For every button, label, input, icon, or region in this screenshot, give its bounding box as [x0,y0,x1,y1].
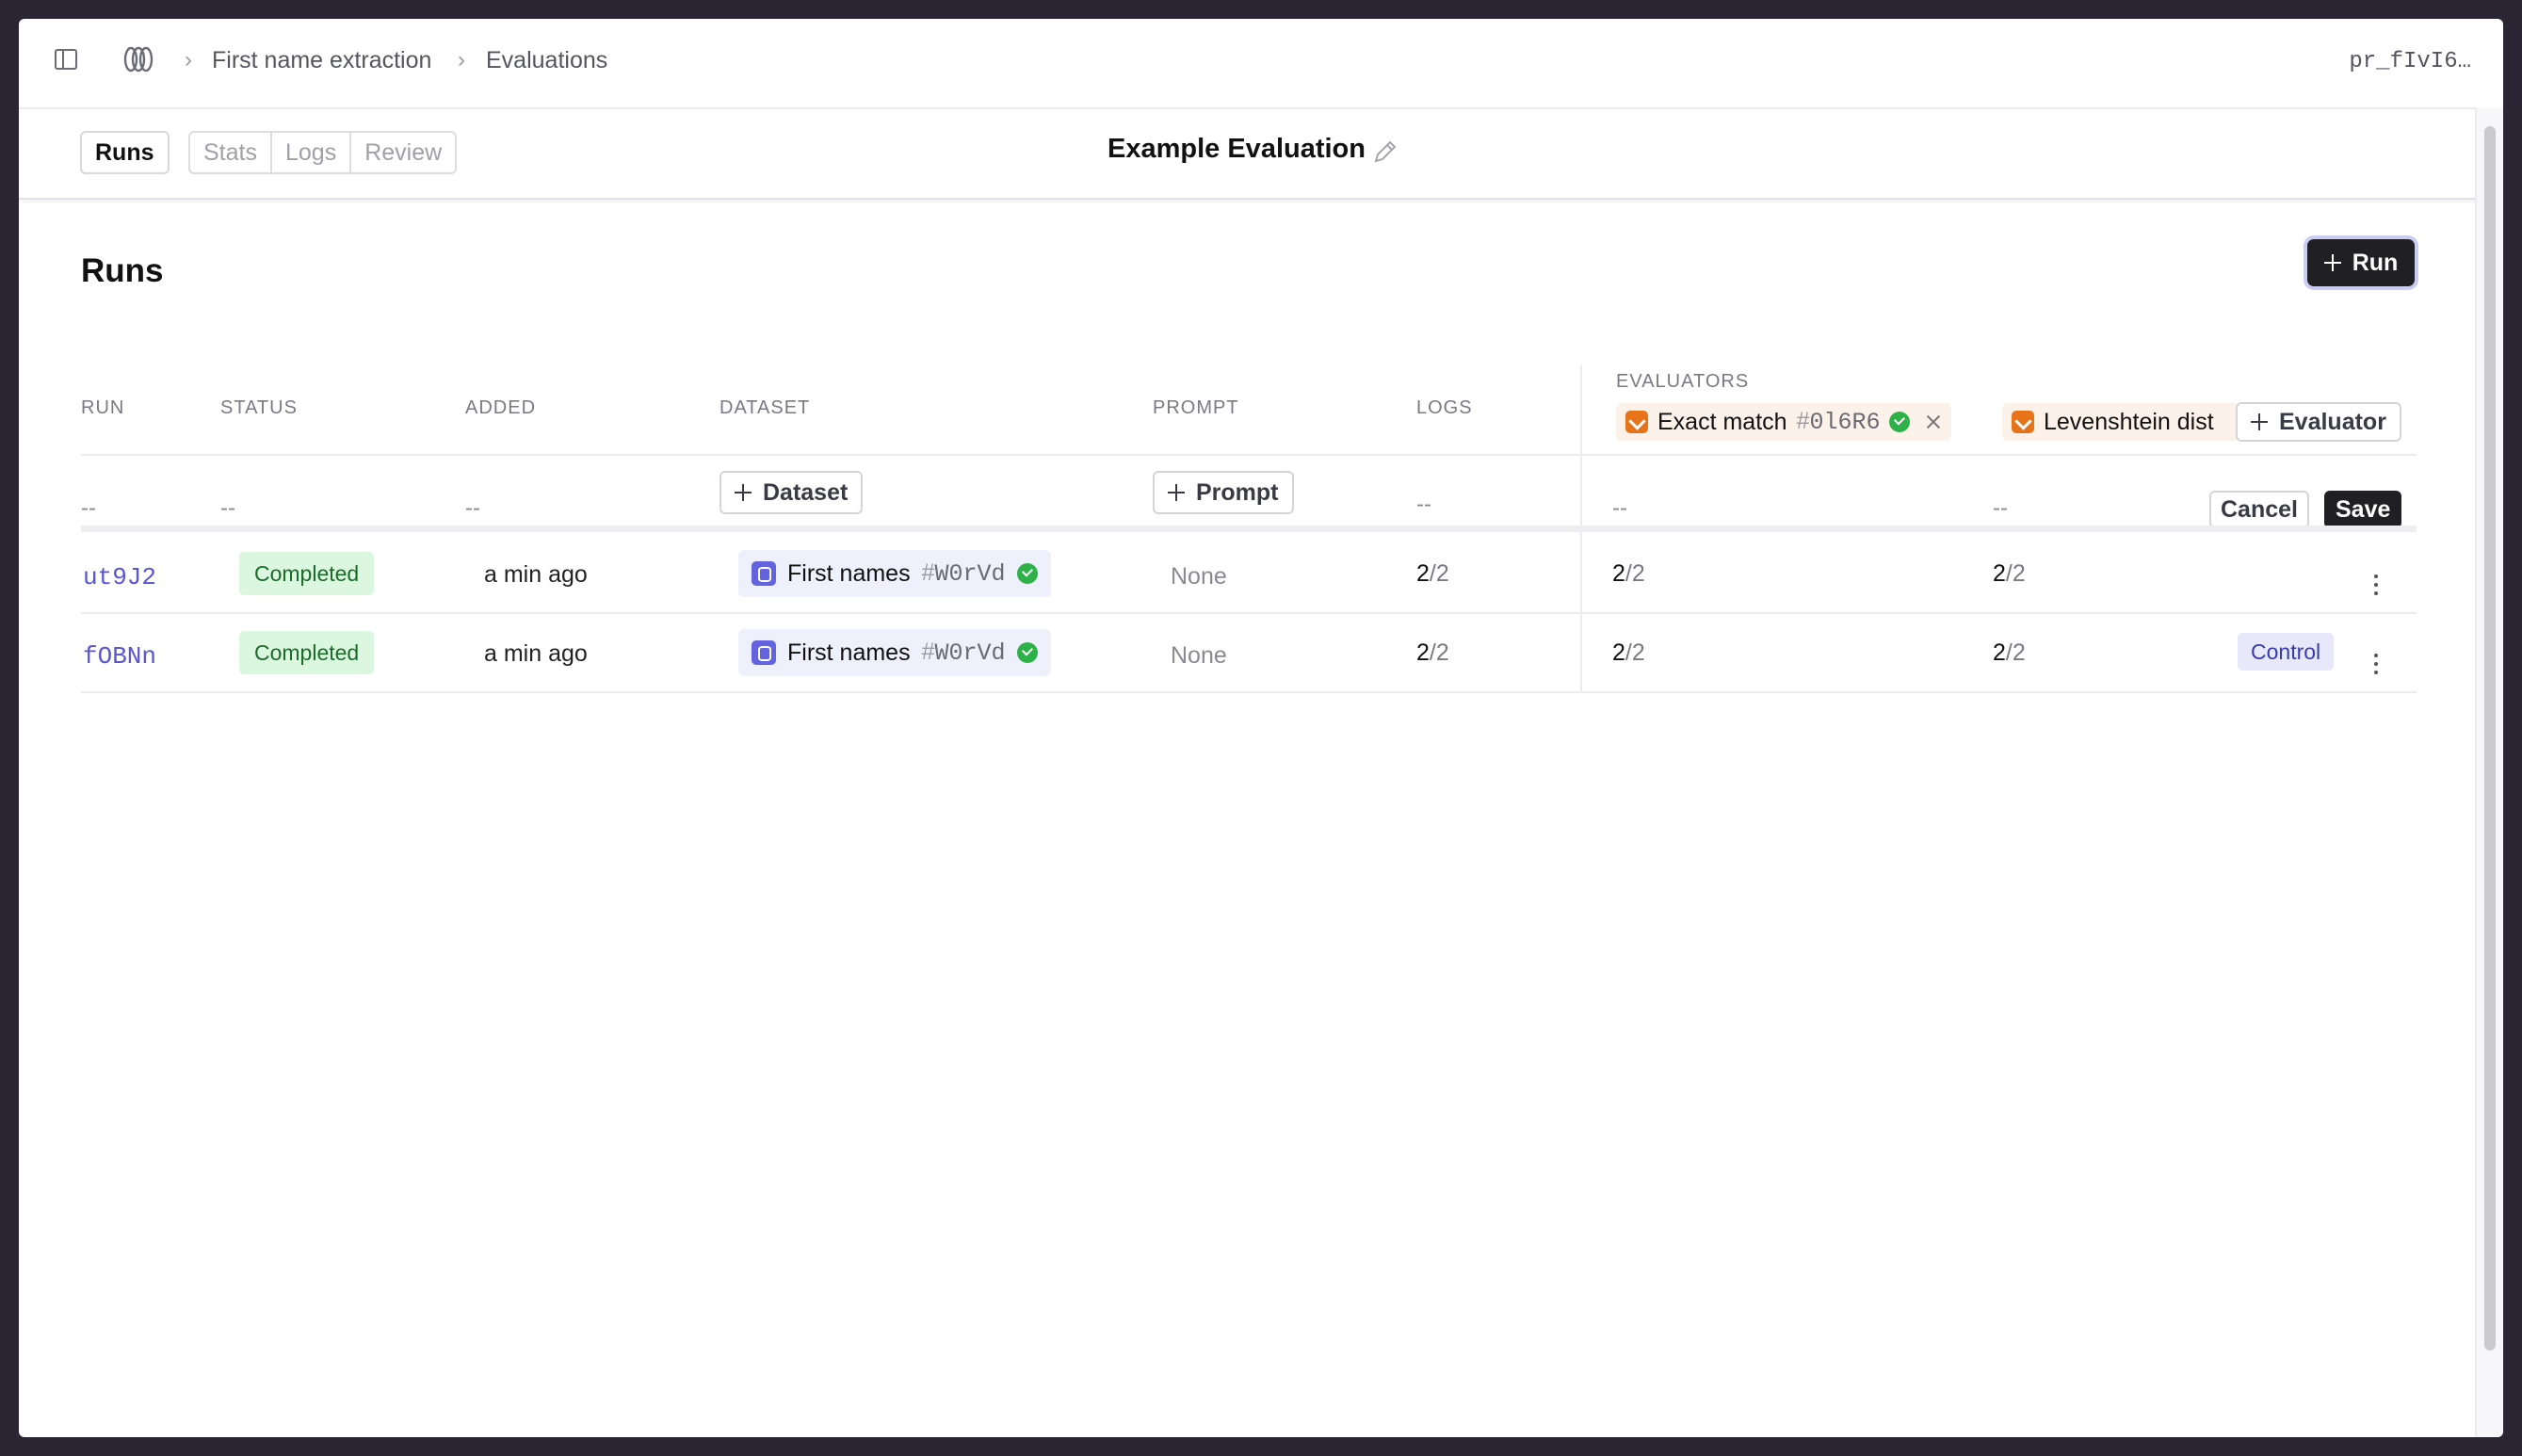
top-bar: › First name extraction › Evaluations pr… [19,19,2503,109]
more-options-icon[interactable] [2373,654,2379,678]
hash-icon: # [1796,408,1810,434]
add-dataset-button[interactable]: Dataset [719,471,864,514]
check-circle-icon [1889,412,1911,432]
prompt-value: None [1171,642,1227,669]
add-evaluator-label: Evaluator [2279,408,2386,435]
cancel-button[interactable]: Cancel [2209,491,2309,528]
column-header-dataset: DATASET [719,397,811,418]
vertical-scrollbar[interactable] [2475,107,2503,1437]
pencil-icon[interactable] [1371,138,1399,166]
hash-icon: # [921,559,935,586]
new-row-divider [81,526,2417,532]
save-button[interactable]: Save [2324,491,2402,528]
tab-group: Stats Logs Review [188,131,458,174]
check-circle-icon [1016,563,1038,584]
header-divider [81,454,2417,456]
app-logo-icon[interactable] [122,45,154,73]
column-header-logs: LOGS [1416,397,1473,418]
evaluator-name: Levenshtein dist [2044,408,2214,435]
added-time: a min ago [484,561,588,588]
column-header-status: STATUS [220,397,298,418]
evaluation-title: Example Evaluation [1107,134,1366,164]
dataset-version-id: W0rVd [934,560,1006,588]
add-prompt-button[interactable]: Prompt [1153,471,1294,514]
prompt-value: None [1171,563,1227,590]
evaluator-chip-levenshtein[interactable]: Levenshtein dist [2002,403,2239,441]
prompt-id-label[interactable]: pr_fIvI6… [2349,49,2471,74]
evaluator2-score[interactable]: 2/2 [1993,560,2026,588]
evaluator1-score[interactable]: 2/2 [1612,560,1645,588]
breadcrumb-item-project[interactable]: First name extraction [212,47,431,74]
new-status-placeholder: -- [220,495,235,521]
status-badge: Completed [239,552,375,595]
run-id-link[interactable]: fOBNn [83,642,156,671]
new-logs-placeholder: -- [1416,492,1431,517]
tab-stats[interactable]: Stats [190,133,272,172]
sidebar-toggle-icon[interactable] [55,49,77,70]
column-header-evaluators: EVALUATORS [1616,371,1750,392]
evaluator-version-id: 0l6R6 [1809,409,1881,436]
tab-bar: Runs Stats Logs Review Example Evaluatio… [19,107,2477,200]
dataset-chip[interactable]: First names #W0rVd [738,550,1051,597]
new-evaluator1-placeholder: -- [1612,495,1627,521]
more-options-icon[interactable] [2373,574,2379,599]
evaluator2-score[interactable]: 2/2 [1993,639,2026,667]
column-header-added: ADDED [465,397,537,418]
chevron-right-icon: › [458,47,465,73]
chevron-right-icon: › [185,47,192,73]
dataset-chip[interactable]: First names #W0rVd [738,629,1051,676]
add-run-button[interactable]: Run [2307,239,2415,286]
control-badge: Control [2238,633,2335,671]
close-icon[interactable] [1925,413,1942,430]
evaluator-icon [1625,411,1648,433]
add-run-label: Run [2352,249,2399,276]
evaluator-chip-exact-match[interactable]: Exact match #0l6R6 [1616,403,1952,441]
add-prompt-label: Prompt [1196,478,1279,506]
row-divider [81,691,2417,693]
hash-icon: # [921,639,935,665]
page-title: Runs [81,252,164,289]
check-circle-icon [1016,642,1038,663]
run-id-link[interactable]: ut9J2 [83,563,156,591]
new-added-placeholder: -- [465,495,480,521]
evaluator-icon [2012,411,2034,433]
plus-icon [2251,413,2268,430]
evaluator1-score[interactable]: 2/2 [1612,639,1645,667]
added-time: a min ago [484,640,588,667]
new-evaluator2-placeholder: -- [1993,495,2008,521]
dataset-name: First names [787,639,911,666]
add-evaluator-button[interactable]: Evaluator [2236,402,2401,442]
logs-count[interactable]: 2/2 [1416,639,1449,667]
plus-icon [2323,254,2341,271]
dataset-version-id: W0rVd [934,639,1006,667]
tab-review[interactable]: Review [351,133,455,172]
dataset-icon [752,640,776,665]
breadcrumb-item-evaluations[interactable]: Evaluations [486,47,607,74]
dataset-name: First names [787,559,911,587]
new-run-id-placeholder: -- [81,495,96,521]
row-divider [81,612,2417,614]
tab-runs[interactable]: Runs [80,131,170,174]
column-header-run: RUN [81,397,125,418]
logs-count[interactable]: 2/2 [1416,560,1449,588]
plus-icon [735,484,752,501]
plus-icon [1168,484,1185,501]
app-window: › First name extraction › Evaluations pr… [19,19,2503,1437]
column-header-prompt: PROMPT [1153,397,1239,418]
add-dataset-label: Dataset [763,478,849,506]
dataset-icon [752,561,776,586]
scrollbar-thumb[interactable] [2484,126,2496,1351]
evaluator-name: Exact match [1657,408,1787,435]
tab-logs[interactable]: Logs [272,133,352,172]
status-badge: Completed [239,631,375,674]
